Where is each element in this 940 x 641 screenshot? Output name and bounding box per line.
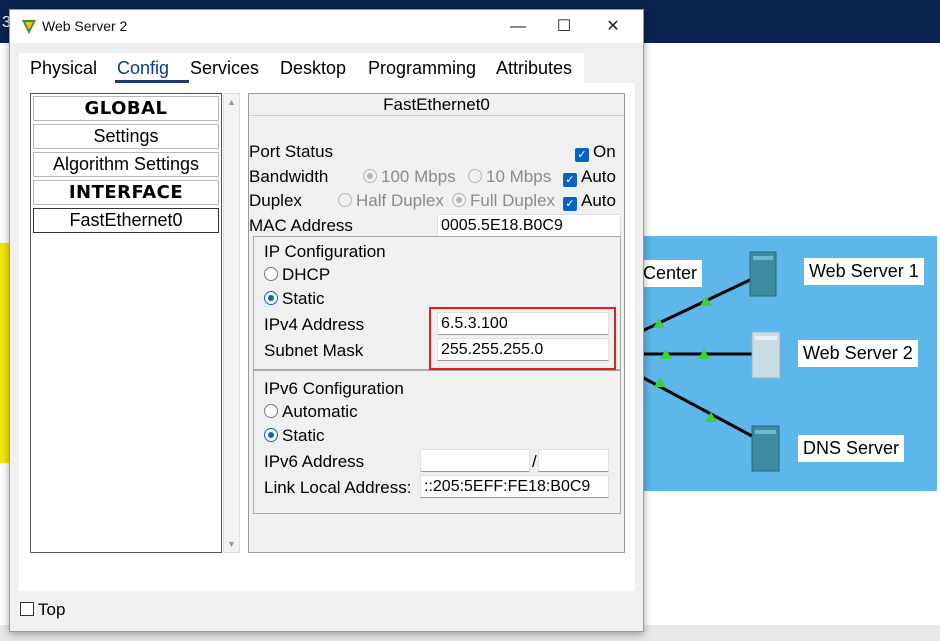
ip-configuration-title: IP Configuration [264,242,386,261]
static-ipv6-radio[interactable]: Static [264,426,325,446]
maximize-button[interactable]: ☐ [541,10,587,43]
link-indicator [654,377,666,387]
tab-programming[interactable]: Programming [368,58,476,79]
link-local-address-label: Link Local Address: [264,478,412,497]
app-icon [22,20,36,34]
ipv6-configuration-group: IPv6 Configuration Automatic Static IPv6… [253,370,621,514]
scroll-down-arrow-icon[interactable]: ▼ [227,539,236,549]
interface-title: FastEthernet0 [249,94,624,116]
checkbox-checked-icon: ✓ [563,197,577,211]
radio-icon [264,267,278,281]
highlight-box [429,307,616,370]
window-title-bar[interactable]: Web Server 2 — ☐ ✕ [10,10,643,43]
sidebar-item-fastethernet0[interactable]: FastEthernet0 [33,208,219,233]
config-sidebar: GLOBAL Settings Algorithm Settings INTER… [30,93,222,553]
tab-config[interactable]: Config [117,58,169,79]
ip-configuration-group: IP Configuration DHCP Static IPv4 Addres… [253,236,621,370]
checkbox-checked-icon: ✓ [563,173,577,187]
sidebar-item-interface[interactable]: INTERFACE [33,180,219,205]
device-config-window: Web Server 2 — ☐ ✕ Physical Config Servi… [9,9,644,632]
radio-icon [468,169,482,183]
bandwidth-10-radio[interactable]: 10 Mbps [468,167,551,187]
checkbox-checked-icon: ✓ [575,148,589,162]
window-title: Web Server 2 [42,18,128,34]
bandwidth-auto-checkbox[interactable]: ✓ Auto [563,167,616,187]
tab-bar: Physical Config Services Desktop Program… [19,53,584,83]
radio-icon [452,193,466,207]
server-icon-web-server-2[interactable] [751,331,781,379]
ipv6-configuration-title: IPv6 Configuration [264,379,404,398]
device-label-dns-server: DNS Server [798,435,905,462]
ipv6-address-field[interactable] [420,449,530,472]
checkbox-unchecked-icon [20,602,34,616]
device-label-web-server-2: Web Server 2 [798,340,918,367]
server-icon-web-server-1[interactable] [749,251,777,297]
ipv6-prefix-separator: / [532,452,537,471]
sidebar-scrollbar[interactable]: ▲ ▼ [223,93,240,553]
topology-canvas[interactable]: Center Web Server 1 Web Server 2 DNS Ser… [638,236,937,491]
full-duplex-radio[interactable]: Full Duplex [452,191,555,211]
tab-desktop[interactable]: Desktop [280,58,346,79]
subnet-mask-label: Subnet Mask [264,341,364,360]
config-tab-content: GLOBAL Settings Algorithm Settings INTER… [19,83,635,591]
bandwidth-label: Bandwidth [249,167,329,186]
ipv6-address-label: IPv6 Address [264,452,365,471]
ipv6-prefix-field[interactable] [538,449,609,472]
port-status-checkbox[interactable]: ✓ On [575,142,616,162]
server-icon-dns-server[interactable] [751,425,780,472]
sidebar-item-global[interactable]: GLOBAL [33,96,219,121]
top-checkbox[interactable]: Top [20,600,65,620]
bandwidth-100-radio[interactable]: 100 Mbps [363,167,456,187]
link-local-address-field[interactable] [420,475,609,498]
device-label-web-server-1: Web Server 1 [804,258,924,285]
tab-attributes[interactable]: Attributes [496,58,572,79]
static-ipv4-radio[interactable]: Static [264,289,325,309]
radio-icon [264,428,278,442]
automatic-ipv6-radio[interactable]: Automatic [264,402,358,422]
close-button[interactable]: ✕ [590,10,636,43]
mac-address-label: MAC Address [249,216,353,235]
tab-services[interactable]: Services [190,58,259,79]
sidebar-item-algorithm-settings[interactable]: Algorithm Settings [33,152,219,177]
port-status-label: Port Status [249,142,334,161]
mac-address-field[interactable] [437,214,621,237]
ipv4-address-label: IPv4 Address [264,315,365,334]
minimize-button[interactable]: — [495,10,541,43]
radio-icon [264,404,278,418]
radio-icon [338,193,352,207]
tab-physical[interactable]: Physical [30,58,97,79]
half-duplex-radio[interactable]: Half Duplex [338,191,444,211]
scroll-up-arrow-icon[interactable]: ▲ [227,97,236,107]
sidebar-item-settings[interactable]: Settings [33,124,219,149]
duplex-label: Duplex [249,191,302,210]
dhcp-radio[interactable]: DHCP [264,265,330,285]
radio-icon [363,169,377,183]
interface-panel: FastEthernet0 Port Status ✓ On Bandwidth … [248,93,625,553]
radio-icon [264,291,278,305]
device-label-center: Center [638,260,703,287]
duplex-auto-checkbox[interactable]: ✓ Auto [563,191,616,211]
